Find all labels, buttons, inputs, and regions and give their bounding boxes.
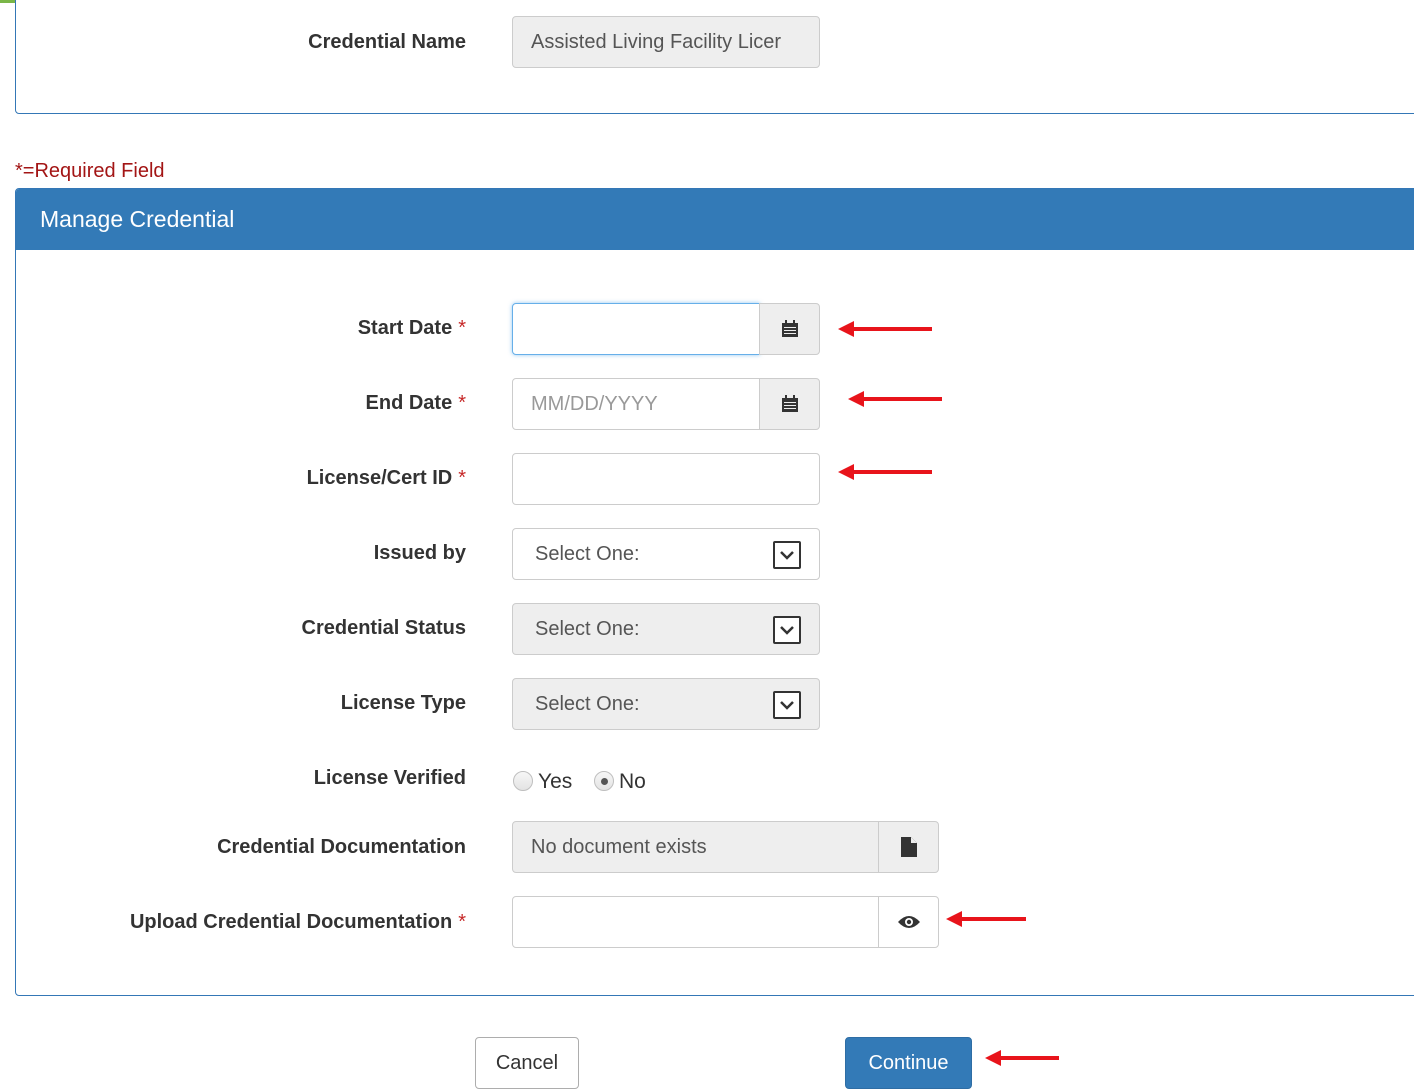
- license-verified-label: License Verified: [313, 767, 466, 789]
- required-asterisk: *: [458, 911, 466, 933]
- red-arrow-annotation: [985, 1050, 1059, 1066]
- red-arrow-annotation: [946, 911, 1026, 927]
- cancel-button[interactable]: Cancel: [475, 1037, 579, 1089]
- license-type-select[interactable]: Select One:: [512, 678, 820, 730]
- credential-documentation-field: No document exists: [512, 821, 880, 873]
- continue-button[interactable]: Continue: [845, 1037, 972, 1089]
- start-date-input[interactable]: [512, 303, 760, 355]
- credential-status-select[interactable]: Select One:: [512, 603, 820, 655]
- start-date-label: Start Date *: [357, 317, 466, 339]
- credential-name-value: Assisted Living Facility Licer: [531, 31, 782, 53]
- issued-by-select[interactable]: Select One:: [512, 528, 820, 580]
- credential-status-selected: Select One:: [535, 618, 640, 640]
- license-verified-no-label: No: [619, 770, 646, 793]
- required-field-note: *=Required Field: [15, 160, 165, 182]
- eye-icon: [897, 916, 920, 928]
- license-verified-no-radio[interactable]: [594, 771, 614, 791]
- license-cert-id-label: License/Cert ID *: [306, 467, 466, 489]
- license-type-label: License Type: [340, 692, 466, 714]
- chevron-down-icon: [773, 616, 801, 644]
- end-date-label: End Date *: [365, 392, 466, 414]
- end-date-input[interactable]: MM/DD/YYYY: [512, 378, 760, 430]
- credential-name-label: Credential Name: [308, 31, 466, 53]
- license-type-selected: Select One:: [535, 693, 640, 715]
- red-arrow-annotation: [838, 464, 932, 480]
- credential-documentation-label: Credential Documentation: [217, 836, 466, 858]
- license-verified-yes-radio[interactable]: [513, 771, 533, 791]
- calendar-icon: [781, 320, 798, 337]
- upload-documentation-label: Upload Credential Documentation *: [129, 911, 466, 933]
- required-asterisk: *: [458, 467, 466, 489]
- start-date-calendar-button[interactable]: [759, 303, 820, 355]
- issued-by-label: Issued by: [373, 542, 466, 564]
- required-asterisk: *: [458, 392, 466, 414]
- panel-heading: Manage Credential: [16, 189, 1414, 250]
- red-arrow-annotation: [848, 391, 942, 407]
- file-icon: [900, 837, 917, 857]
- chevron-down-icon: [773, 541, 801, 569]
- end-date-placeholder: MM/DD/YYYY: [531, 393, 658, 415]
- panel-title: Manage Credential: [40, 206, 235, 232]
- view-document-button[interactable]: [878, 821, 939, 873]
- license-cert-id-input[interactable]: [512, 453, 820, 505]
- credential-documentation-value: No document exists: [531, 836, 707, 858]
- credential-status-label: Credential Status: [301, 617, 466, 639]
- issued-by-selected: Select One:: [535, 543, 640, 565]
- red-arrow-annotation: [838, 321, 932, 337]
- license-verified-yes-label: Yes: [538, 770, 573, 793]
- credential-name-field: Assisted Living Facility Licer: [512, 16, 820, 68]
- end-date-calendar-button[interactable]: [759, 378, 820, 430]
- calendar-icon: [781, 395, 798, 412]
- upload-documentation-input[interactable]: [512, 896, 880, 948]
- chevron-down-icon: [773, 691, 801, 719]
- required-asterisk: *: [458, 317, 466, 339]
- upload-preview-button[interactable]: [878, 896, 939, 948]
